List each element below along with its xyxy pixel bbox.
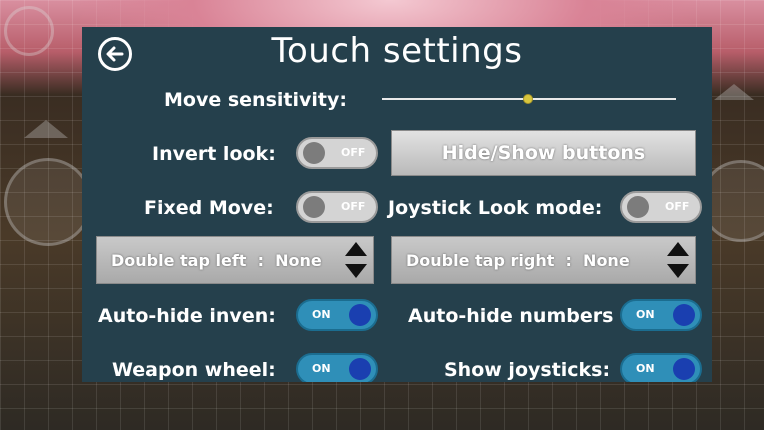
touch-settings-panel: Touch settings Move sensitivity: Invert … xyxy=(82,27,712,382)
toggle-knob xyxy=(627,196,649,218)
toggle-knob xyxy=(349,304,371,326)
toggle-state: OFF xyxy=(341,200,366,213)
background-left-joystick xyxy=(4,158,92,246)
hide-show-buttons-button[interactable]: Hide/Show buttons xyxy=(391,130,696,176)
toggle-state: ON xyxy=(636,308,655,321)
page-title: Touch settings xyxy=(271,31,523,71)
background-up-arrow-icon xyxy=(24,120,68,138)
show-joysticks-label: Show joysticks: xyxy=(444,359,611,381)
invert-look-toggle[interactable]: OFF xyxy=(296,137,378,169)
double-tap-right-dropdown[interactable]: Double tap right : None xyxy=(391,236,696,284)
toggle-state: OFF xyxy=(665,200,690,213)
toggle-state: ON xyxy=(312,362,331,375)
weapon-wheel-toggle[interactable]: ON xyxy=(296,353,378,382)
toggle-knob xyxy=(303,196,325,218)
background-back-button-icon xyxy=(4,6,54,56)
up-down-arrows-icon xyxy=(345,242,367,280)
auto-hide-inven-toggle[interactable]: ON xyxy=(296,299,378,331)
joystick-look-mode-toggle[interactable]: OFF xyxy=(620,191,702,223)
weapon-wheel-label: Weapon wheel: xyxy=(112,359,276,381)
toggle-state: ON xyxy=(312,308,331,321)
invert-look-label: Invert look: xyxy=(152,143,276,165)
toggle-knob xyxy=(349,358,371,380)
joystick-look-mode-label: Joystick Look mode: xyxy=(388,197,603,219)
toggle-knob xyxy=(673,358,695,380)
auto-hide-inven-label: Auto-hide inven: xyxy=(98,305,276,327)
toggle-state: ON xyxy=(636,362,655,375)
show-joysticks-toggle[interactable]: ON xyxy=(620,353,702,382)
up-down-arrows-icon xyxy=(667,242,689,280)
double-tap-left-dropdown[interactable]: Double tap left : None xyxy=(96,236,374,284)
move-sensitivity-slider-thumb[interactable] xyxy=(523,94,533,104)
auto-hide-numbers-toggle[interactable]: ON xyxy=(620,299,702,331)
double-tap-right-text: Double tap right : None xyxy=(406,251,630,270)
double-tap-left-text: Double tap left : None xyxy=(111,251,322,270)
move-sensitivity-label: Move sensitivity: xyxy=(164,89,347,111)
toggle-knob xyxy=(673,304,695,326)
fixed-move-label: Fixed Move: xyxy=(144,197,274,219)
fixed-move-toggle[interactable]: OFF xyxy=(296,191,378,223)
auto-hide-numbers-label: Auto-hide numbers xyxy=(408,305,614,327)
toggle-state: OFF xyxy=(341,146,366,159)
toggle-knob xyxy=(303,142,325,164)
background-up-arrow-right-icon xyxy=(714,84,754,100)
